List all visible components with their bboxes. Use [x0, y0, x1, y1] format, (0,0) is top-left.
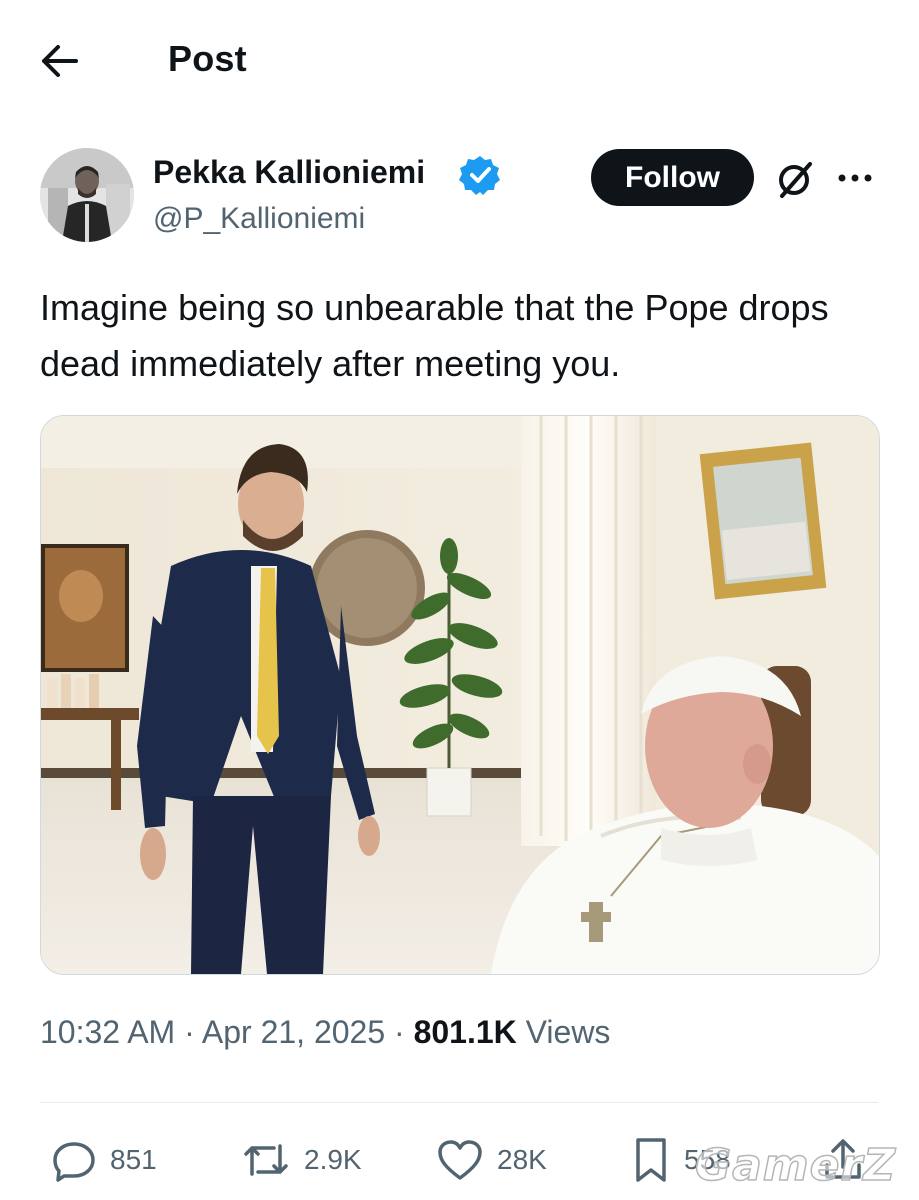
tweet-meta: 10:32 AM · Apr 21, 2025 · 801.1K Views [40, 1014, 610, 1051]
avatar[interactable] [40, 148, 134, 242]
repost-icon [244, 1144, 288, 1176]
top-bar: Post [0, 0, 919, 118]
tweet-photo[interactable] [40, 415, 880, 975]
repost-button[interactable]: 2.9K [240, 1130, 362, 1190]
more-button[interactable] [832, 158, 878, 198]
bookmark-icon [636, 1138, 666, 1182]
like-button[interactable]: 28K [435, 1130, 547, 1190]
repost-count: 2.9K [304, 1144, 362, 1175]
like-count: 28K [497, 1144, 547, 1175]
tweet-time: 10:32 AM [40, 1014, 176, 1050]
like-icon [438, 1140, 482, 1180]
back-arrow-icon [42, 45, 78, 77]
author-row: Pekka Kallioniemi @P_Kallioniemi Follow [0, 140, 919, 250]
divider [40, 1102, 878, 1103]
tweet-date: Apr 21, 2025 [201, 1014, 386, 1050]
separator: · [175, 1014, 202, 1050]
reply-button[interactable]: 851 [50, 1130, 157, 1190]
more-icon [838, 174, 872, 182]
grok-icon [779, 162, 812, 198]
back-button[interactable] [34, 38, 84, 84]
verified-badge-icon[interactable] [459, 154, 501, 196]
page-title: Post [168, 38, 247, 79]
views-count[interactable]: 801.1K [414, 1014, 517, 1050]
views-label: Views [525, 1014, 611, 1050]
grok-button[interactable] [772, 156, 818, 202]
handle[interactable]: @P_Kallioniemi [153, 202, 365, 236]
reply-count: 851 [110, 1144, 157, 1175]
follow-button[interactable]: Follow [591, 149, 754, 206]
display-name[interactable]: Pekka Kallioniemi [153, 154, 425, 191]
separator: · [385, 1014, 414, 1050]
reply-icon [53, 1142, 95, 1182]
watermark: GamerZ [694, 1139, 897, 1192]
tweet-text: Imagine being so unbearable that the Pop… [40, 287, 829, 384]
